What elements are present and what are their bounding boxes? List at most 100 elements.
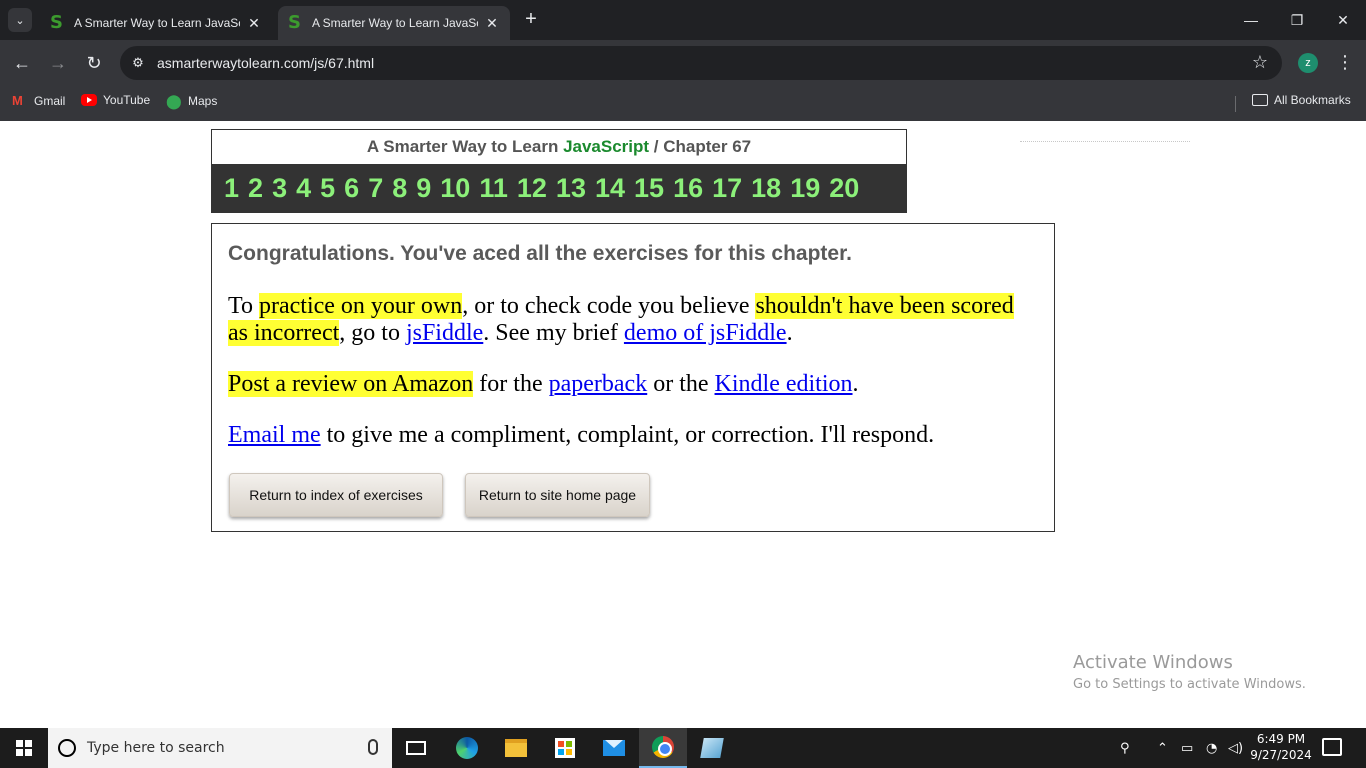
battery-icon[interactable]: ▭: [1181, 728, 1193, 768]
bookmark-youtube[interactable]: YouTube: [81, 93, 150, 107]
browser-toolbar: ← → ↻ ⚙ asmarterwaytolearn.com/js/67.htm…: [0, 40, 1366, 86]
all-bookmarks-button[interactable]: All Bookmarks: [1252, 93, 1351, 107]
url-text[interactable]: asmarterwaytolearn.com/js/67.html: [157, 55, 374, 71]
text: .: [852, 371, 859, 397]
exercise-link-14[interactable]: 14: [595, 173, 625, 204]
people-icon[interactable]: ⚲: [1120, 728, 1130, 768]
new-tab-button[interactable]: +: [520, 8, 542, 32]
chrome-taskbar-button[interactable]: [639, 728, 687, 768]
browser-menu-icon[interactable]: ⋮: [1336, 52, 1354, 72]
tab-search-button[interactable]: ⌄: [8, 8, 32, 32]
bookmark-maps[interactable]: ⬤ Maps: [166, 93, 217, 109]
chevron-up-icon[interactable]: ⌃: [1157, 728, 1168, 768]
exercise-link-2[interactable]: 2: [248, 173, 263, 204]
system-clock[interactable]: 6:49 PM 9/27/2024: [1250, 731, 1312, 763]
email-paragraph: Email me to give me a compliment, compla…: [228, 422, 1038, 449]
exercise-link-16[interactable]: 16: [673, 173, 703, 204]
exercise-link-17[interactable]: 17: [712, 173, 742, 204]
exercise-link-8[interactable]: 8: [392, 173, 407, 204]
notepad-icon: [700, 738, 724, 758]
title-brand: JavaScript: [563, 137, 650, 156]
exercise-link-1[interactable]: 1: [224, 173, 239, 204]
wifi-icon[interactable]: ◔: [1206, 728, 1217, 768]
exercise-number-bar: 1 2 3 4 5 6 7 8 9 10 11 12 13 14 15 16 17 18 19 20: [212, 164, 906, 212]
bookmark-gmail[interactable]: M Gmail: [12, 93, 65, 109]
tab-inactive[interactable]: S A Smarter Way to Learn JavaScript ✕: [40, 6, 272, 40]
site-settings-icon[interactable]: ⚙: [128, 53, 148, 73]
decorative-dotted-line: [1020, 141, 1190, 147]
volume-icon[interactable]: ◁): [1228, 728, 1243, 768]
congrats-heading: Congratulations. You've aced all the exe…: [228, 242, 852, 265]
exercise-link-11[interactable]: 11: [479, 173, 508, 204]
exercise-link-15[interactable]: 15: [634, 173, 664, 204]
reload-button[interactable]: ↻: [80, 49, 108, 77]
title-prefix: A Smarter Way to Learn: [366, 137, 564, 156]
return-to-home-button[interactable]: Return to site home page: [465, 473, 650, 517]
highlight: Post a review on Amazon: [228, 371, 474, 397]
text: .: [786, 320, 793, 346]
clock-date: 9/27/2024: [1250, 748, 1312, 762]
gmail-icon: M: [12, 93, 23, 108]
microphone-icon[interactable]: [368, 739, 378, 755]
chapter-header: A Smarter Way to Learn JavaScript / Chap…: [211, 129, 907, 213]
text: To: [228, 293, 259, 319]
close-window-button[interactable]: ✕: [1320, 0, 1366, 40]
exercise-link-13[interactable]: 13: [556, 173, 586, 204]
browser-tab-bar: ⌄ S A Smarter Way to Learn JavaScript ✕ …: [0, 0, 1366, 40]
title-separator: /: [649, 137, 664, 156]
arrow-left-icon: ←: [13, 52, 31, 73]
close-tab-icon[interactable]: ✕: [246, 15, 262, 32]
notepad-taskbar-button[interactable]: [688, 728, 736, 768]
exercise-link-5[interactable]: 5: [320, 173, 335, 204]
tab-active[interactable]: S A Smarter Way to Learn JavaScript ✕: [278, 6, 510, 40]
chevron-down-icon: ⌄: [15, 14, 25, 27]
close-tab-icon[interactable]: ✕: [484, 15, 500, 32]
exercise-link-12[interactable]: 12: [517, 173, 547, 204]
cortana-icon: [58, 739, 76, 757]
back-button[interactable]: ←: [8, 49, 36, 77]
bookmarks-bar: M Gmail YouTube ⬤ Maps All Bookmarks: [0, 86, 1366, 121]
exercise-link-10[interactable]: 10: [440, 173, 470, 204]
email-link[interactable]: Email me: [228, 422, 321, 448]
watermark-title: Activate Windows: [1073, 652, 1233, 673]
exercise-link-6[interactable]: 6: [344, 173, 359, 204]
mail-taskbar-button[interactable]: [590, 728, 638, 768]
text: , go to: [339, 320, 406, 346]
store-icon: [555, 738, 575, 758]
exercise-link-7[interactable]: 7: [368, 173, 383, 204]
notification-center-icon[interactable]: [1322, 738, 1342, 756]
start-button[interactable]: [0, 728, 48, 768]
task-view-button[interactable]: [392, 728, 440, 768]
site-favicon-icon: S: [288, 12, 301, 33]
store-taskbar-button[interactable]: [541, 728, 589, 768]
kindle-link[interactable]: Kindle edition: [715, 371, 853, 397]
paperback-link[interactable]: paperback: [549, 371, 648, 397]
address-bar[interactable]: ⚙ asmarterwaytolearn.com/js/67.html ☆: [120, 46, 1282, 80]
bookmark-star-icon[interactable]: ☆: [1252, 52, 1268, 73]
exercise-link-4[interactable]: 4: [296, 173, 311, 204]
exercise-link-18[interactable]: 18: [751, 173, 781, 204]
return-to-index-button[interactable]: Return to index of exercises: [229, 473, 443, 517]
exercise-link-20[interactable]: 20: [829, 173, 859, 204]
task-view-icon: [406, 741, 426, 755]
restore-button[interactable]: ❐: [1274, 0, 1320, 40]
chrome-icon: [652, 736, 674, 758]
jsfiddle-link[interactable]: jsFiddle: [406, 320, 483, 346]
forward-button[interactable]: →: [44, 49, 72, 77]
profile-avatar[interactable]: z: [1298, 53, 1318, 73]
taskbar-search-box[interactable]: Type here to search: [48, 728, 392, 768]
text: , or to check code you believe: [462, 293, 756, 319]
edge-taskbar-button[interactable]: [443, 728, 491, 768]
exercise-link-19[interactable]: 19: [790, 173, 820, 204]
mail-icon: [603, 740, 625, 756]
edge-icon: [456, 737, 478, 759]
highlight: practice on your own: [258, 293, 463, 319]
exercise-link-9[interactable]: 9: [416, 173, 431, 204]
completion-box: Congratulations. You've aced all the exe…: [211, 223, 1055, 532]
file-explorer-taskbar-button[interactable]: [492, 728, 540, 768]
exercise-link-3[interactable]: 3: [272, 173, 287, 204]
bookmark-label: Gmail: [34, 94, 66, 108]
minimize-button[interactable]: —: [1228, 0, 1274, 40]
jsfiddle-demo-link[interactable]: demo of jsFiddle: [624, 320, 787, 346]
tab-title: A Smarter Way to Learn JavaScript: [74, 16, 240, 30]
